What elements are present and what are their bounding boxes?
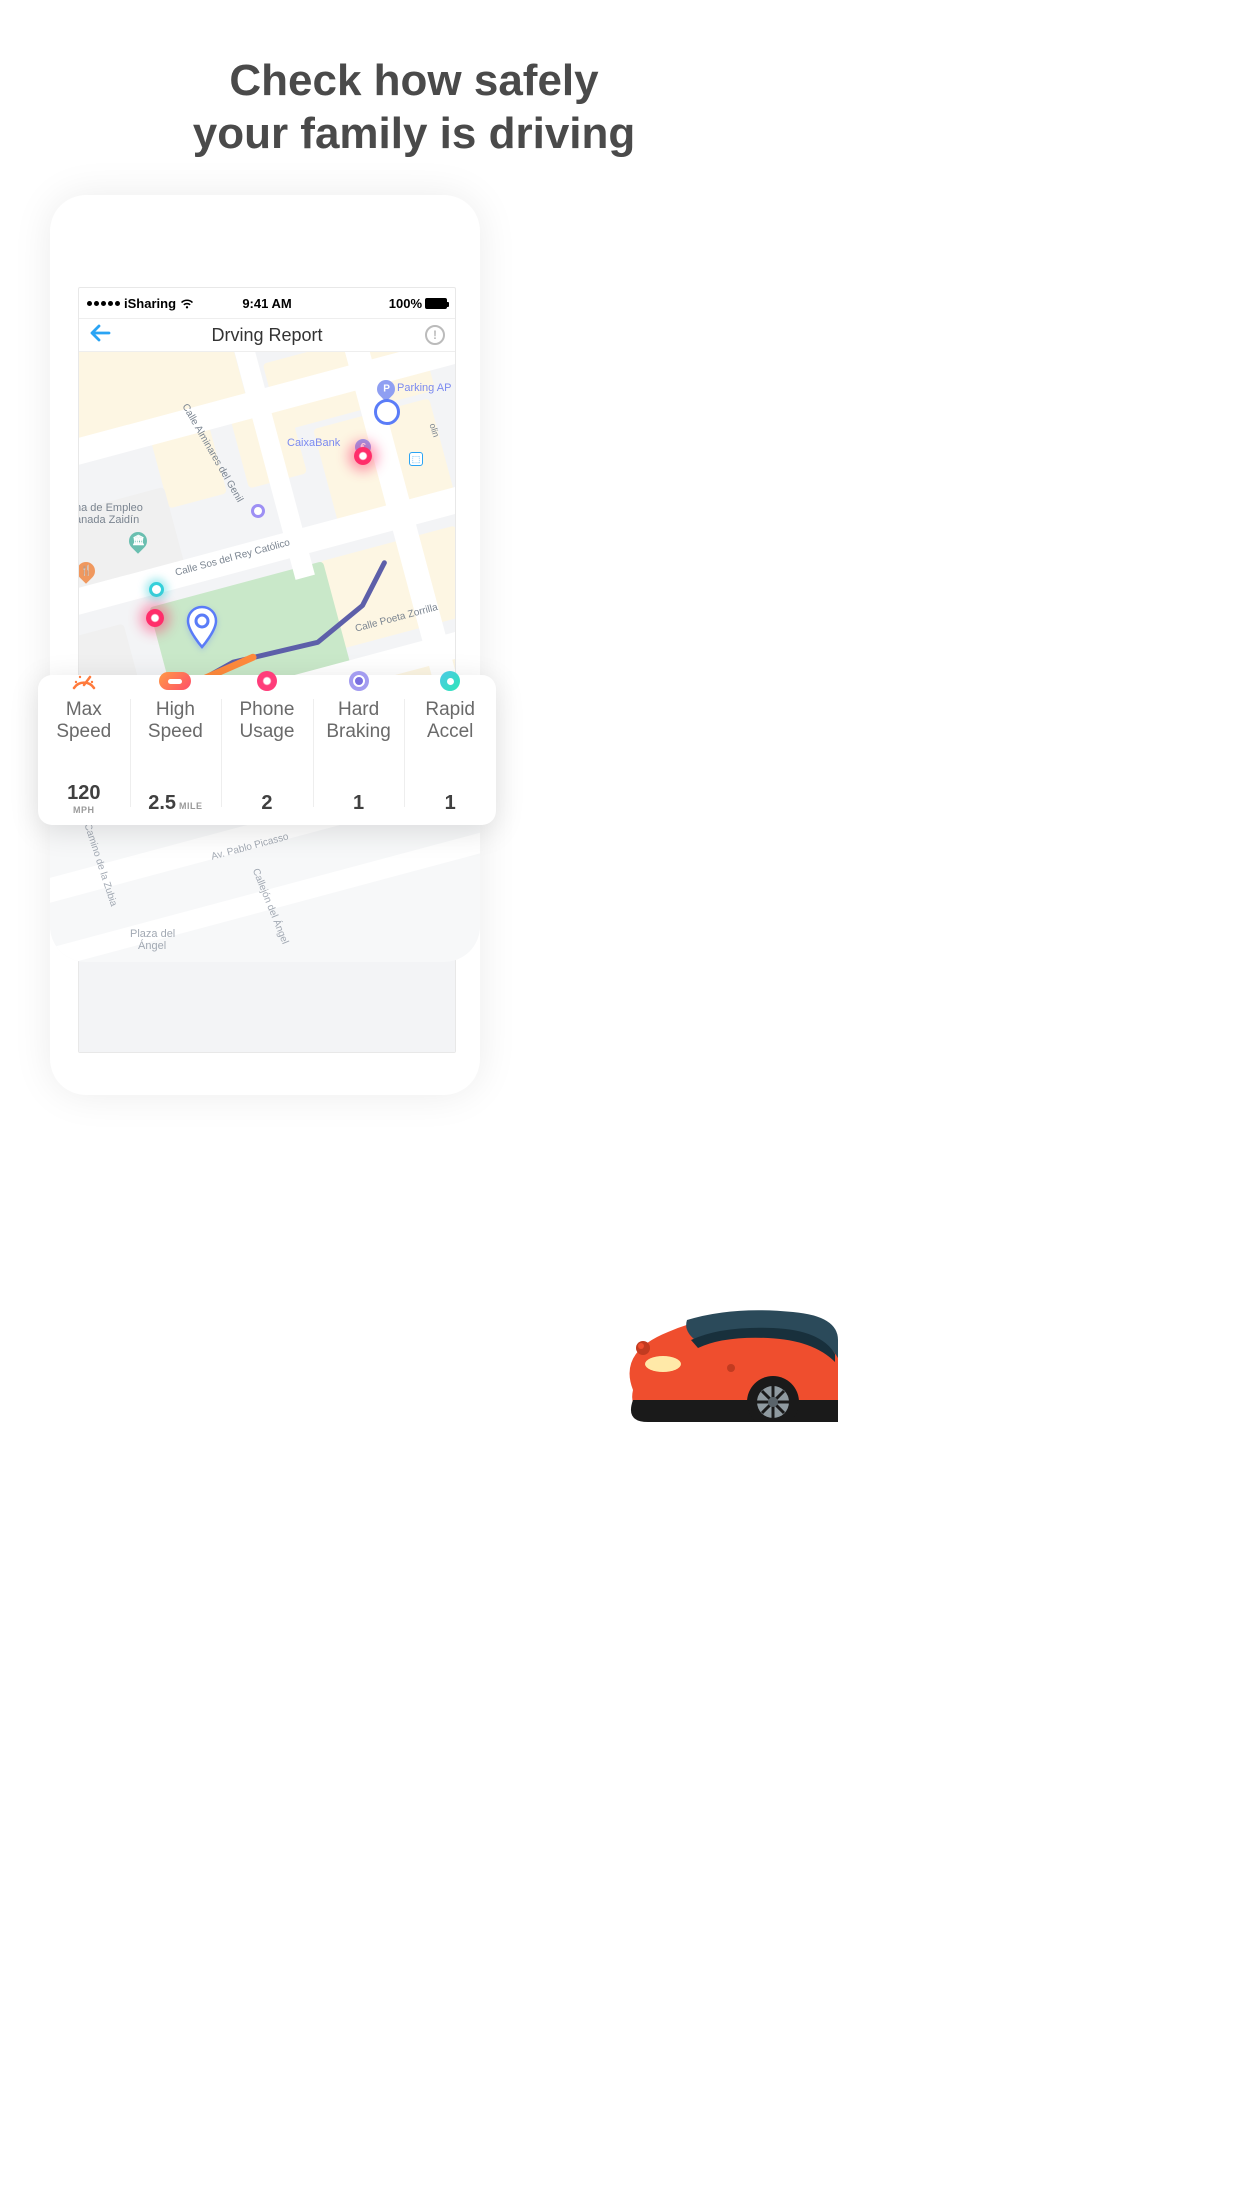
metric-max-speed[interactable]: Max Speed 120 MPH bbox=[38, 675, 130, 825]
metric-label: Hard Braking bbox=[326, 699, 390, 743]
hard-braking-marker[interactable] bbox=[251, 504, 265, 518]
metric-value: 2.5 MILE bbox=[148, 792, 202, 815]
route-start-marker[interactable] bbox=[374, 399, 400, 425]
status-left: iSharing bbox=[87, 296, 194, 311]
status-bar: iSharing 9:41 AM 100% bbox=[79, 288, 455, 318]
battery-icon bbox=[425, 298, 447, 309]
promo-headline-line2: your family is driving bbox=[0, 108, 828, 161]
signal-dots-icon bbox=[87, 301, 120, 306]
metric-value-number: 2.5 bbox=[148, 792, 176, 815]
metric-hard-braking[interactable]: Hard Braking 1 bbox=[313, 675, 405, 825]
wifi-icon bbox=[180, 298, 194, 309]
map-view-lower: Camino de la Zubia Av. Pablo Picasso Cal… bbox=[50, 812, 480, 962]
phone-usage-marker[interactable] bbox=[354, 447, 372, 465]
info-icon[interactable]: ! bbox=[425, 325, 445, 345]
metric-label: High Speed bbox=[148, 699, 203, 743]
metric-unit: MILE bbox=[179, 801, 203, 811]
battery-pct: 100% bbox=[389, 296, 422, 311]
nav-bar: Drving Report ! bbox=[79, 318, 455, 352]
hard-braking-dot-icon bbox=[349, 667, 369, 695]
metric-value: 120 bbox=[67, 782, 100, 805]
metric-value-number: 1 bbox=[353, 792, 364, 815]
rapid-accel-dot-icon bbox=[440, 667, 460, 695]
metric-unit: MPH bbox=[73, 805, 95, 815]
back-arrow-icon[interactable] bbox=[89, 322, 111, 348]
status-right: 100% bbox=[389, 296, 447, 311]
metric-value-number: 1 bbox=[445, 792, 456, 815]
metric-value: 1 bbox=[445, 792, 456, 815]
nav-title: Drving Report bbox=[211, 325, 322, 346]
metric-value: 1 bbox=[353, 792, 364, 815]
phone-usage-marker[interactable] bbox=[146, 609, 164, 627]
metric-value: 2 bbox=[261, 792, 272, 815]
metric-phone-usage[interactable]: Phone Usage 2 bbox=[221, 675, 313, 825]
metric-rapid-accel[interactable]: Rapid Accel 1 bbox=[404, 675, 496, 825]
promo-headline: Check how safely your family is driving bbox=[0, 0, 828, 161]
plaza-label-line1: Plaza del bbox=[130, 928, 175, 940]
promo-headline-line1: Check how safely bbox=[0, 55, 828, 108]
metric-value-number: 2 bbox=[261, 792, 272, 815]
gauge-icon bbox=[70, 667, 98, 695]
metrics-card: Max Speed 120 MPH High Speed 2.5 MILE Ph… bbox=[38, 675, 496, 825]
car-illustration bbox=[613, 1282, 838, 1422]
status-time: 9:41 AM bbox=[242, 296, 291, 311]
carrier-label: iSharing bbox=[124, 296, 176, 311]
phone-usage-dot-icon bbox=[257, 667, 277, 695]
high-speed-pill-icon bbox=[159, 667, 191, 695]
metric-label: Phone Usage bbox=[240, 699, 295, 743]
plaza-label-line2: Ángel bbox=[138, 940, 166, 952]
metric-high-speed[interactable]: High Speed 2.5 MILE bbox=[130, 675, 222, 825]
metric-label: Max Speed bbox=[56, 699, 111, 743]
metric-value-number: 120 bbox=[67, 782, 100, 805]
metric-label: Rapid Accel bbox=[425, 699, 475, 743]
rapid-accel-marker[interactable] bbox=[149, 582, 164, 597]
route-end-marker[interactable] bbox=[185, 605, 219, 649]
